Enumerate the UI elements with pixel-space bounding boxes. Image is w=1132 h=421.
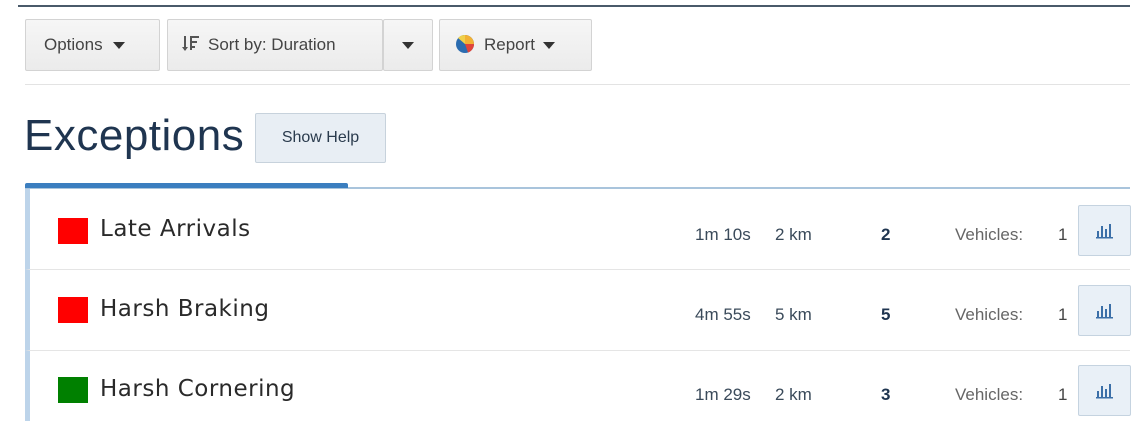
report-label: Report: [484, 35, 536, 54]
options-label: Options: [44, 35, 103, 54]
sort-icon: [182, 34, 200, 57]
bar-chart-icon: [1095, 303, 1113, 318]
status-color-swatch: [58, 377, 88, 403]
vehicles-label: Vehicles:: [955, 385, 1024, 404]
status-color-swatch: [58, 218, 88, 244]
top-border: [18, 5, 1130, 7]
bar-chart-icon: [1095, 223, 1113, 238]
list-item[interactable]: Late Arrivals 1m 10s 2 km 2 Vehicles: 1: [25, 189, 1131, 270]
list-item[interactable]: Harsh Cornering 1m 29s 2 km 3 Vehicles: …: [25, 351, 1131, 421]
page-title: Exceptions: [24, 111, 245, 160]
pie-chart-icon: [454, 32, 476, 59]
bar-chart-icon: [1095, 383, 1113, 398]
chart-button[interactable]: [1078, 205, 1131, 256]
exceptions-list: Late Arrivals 1m 10s 2 km 2 Vehicles: 1 …: [25, 189, 1131, 421]
sort-button[interactable]: Sort by: Duration: [167, 19, 383, 71]
chart-button[interactable]: [1078, 365, 1131, 416]
divider: [25, 84, 1130, 85]
chevron-down-icon: [543, 41, 556, 49]
report-button[interactable]: Report: [439, 19, 592, 71]
list-item[interactable]: Harsh Braking 4m 55s 5 km 5 Vehicles: 1: [25, 270, 1131, 351]
vehicles-label: Vehicles:: [955, 225, 1024, 244]
vehicles-count: 1: [1058, 385, 1068, 404]
exception-name: Harsh Cornering: [100, 376, 296, 402]
sort-dropdown-button[interactable]: [383, 19, 433, 71]
exception-distance: 2 km: [775, 385, 812, 404]
chart-button[interactable]: [1078, 285, 1131, 336]
exception-duration: 1m 10s: [695, 225, 751, 244]
exception-name: Late Arrivals: [100, 216, 251, 242]
exception-duration: 4m 55s: [695, 305, 751, 324]
sort-label: Sort by: Duration: [208, 35, 336, 54]
tab-active-indicator: [25, 183, 348, 188]
exception-count: 2: [881, 225, 891, 244]
exception-name: Harsh Braking: [100, 296, 270, 322]
exception-count: 5: [881, 305, 891, 324]
exception-duration: 1m 29s: [695, 385, 751, 404]
chevron-down-icon: [112, 41, 125, 49]
vehicles-count: 1: [1058, 225, 1068, 244]
vehicles-count: 1: [1058, 305, 1068, 324]
options-button[interactable]: Options: [25, 19, 160, 71]
show-help-button[interactable]: Show Help: [255, 113, 386, 163]
status-color-swatch: [58, 297, 88, 323]
vehicles-label: Vehicles:: [955, 305, 1024, 324]
chevron-down-icon: [402, 41, 414, 49]
exception-distance: 5 km: [775, 305, 812, 324]
exception-distance: 2 km: [775, 225, 812, 244]
exception-count: 3: [881, 385, 891, 404]
